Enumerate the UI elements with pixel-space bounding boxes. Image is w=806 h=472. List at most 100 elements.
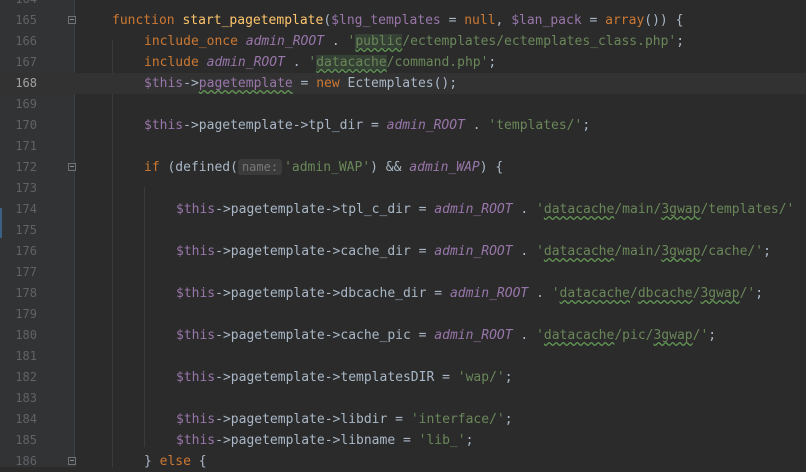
line-number: 172 [15,160,37,174]
code-token: $this [176,412,216,427]
code-token: $this [176,433,216,448]
code-token: . [284,55,309,70]
line-number: 182 [15,370,37,384]
code-token: . [512,202,537,217]
code-line[interactable]: 185 $this->pagetemplate->libname = 'lib_'… [0,430,806,451]
code-token: admin_ROOT [449,286,529,301]
code-text: $this->pagetemplate->cache_dir = admin_R… [176,241,771,262]
code-line[interactable]: 180 $this->pagetemplate->cache_pic = admi… [0,325,806,346]
code-line[interactable]: 172 if (defined(name:'admin_WAP') && admi… [0,157,806,178]
code-token: /pic/ [614,328,654,343]
code-text: $this->pagetemplate->templatesDIR = 'wap… [176,367,513,388]
code-token: /' [739,286,756,301]
code-token: datacache [543,244,615,259]
code-token: /ectemplates/ectemplates_class.php' [402,34,677,49]
code-token: ; [676,34,685,49]
code-token: Ectemplates(); [347,76,458,91]
code-line[interactable]: 173 [0,178,806,199]
line-number: 173 [15,181,37,195]
code-token: 'lib_' [418,433,466,448]
line-number: 179 [15,307,37,321]
code-text: $this->pagetemplate->tpl_c_dir = admin_R… [176,199,794,220]
code-token: if [144,160,168,175]
code-token: include [144,55,207,70]
code-line[interactable]: 174 $this->pagetemplate->tpl_c_dir = admi… [0,199,806,220]
code-text: $this->pagetemplate->cache_pic = admin_R… [176,325,716,346]
code-token: ->pagetemplate->libname = [215,433,419,448]
code-token: /' [692,328,709,343]
code-token: . [464,118,489,133]
code-line[interactable]: 178 $this->pagetemplate->dbcache_dir = ad… [0,283,806,304]
code-token: $this [144,118,184,133]
code-token: ; [488,55,497,70]
code-token: ; [504,370,513,385]
code-token: ->pagetemplate->tpl_dir = [183,118,387,133]
code-line[interactable]: 182 $this->pagetemplate->templatesDIR = '… [0,367,806,388]
code-line[interactable]: 175 [0,220,806,241]
code-line[interactable]: 186} else { [0,451,806,472]
code-token: $this [176,286,216,301]
fold-icon[interactable] [68,16,76,24]
code-token: = [292,76,317,91]
code-token: 'templates/' [488,118,583,133]
code-token: 3gwap [661,244,701,259]
code-line[interactable]: 167 include admin_ROOT . 'datacache/comma… [0,52,806,73]
code-line[interactable]: 165 function start_pagetemplate($lng_temp… [0,10,806,31]
line-number: 168 [15,76,37,90]
code-token: 'admin_WAP' [284,160,371,175]
code-line[interactable]: 171 [0,136,806,157]
line-number: 169 [15,97,37,111]
code-token: /main/ [614,202,662,217]
code-token: admin_ROOT [245,34,325,49]
code-token: ->pagetemplate->tpl_c_dir = [215,202,435,217]
code-line[interactable]: 166 include_once admin_ROOT . 'public/ect… [0,31,806,52]
code-token: /command.php' [386,55,489,70]
code-token: $this [176,244,216,259]
code-token: / [630,286,638,301]
code-token: start_pagetemplate [182,13,324,28]
code-text: $this->pagetemplate->libdir = 'interface… [176,409,513,430]
code-editor[interactable]: 164 165 function start_pagetemplate($lng_t… [0,0,806,469]
code-line[interactable]: 164 [0,0,806,10]
code-token: . [512,328,537,343]
parameter-hint: name: [237,159,283,175]
code-token: ->pagetemplate->cache_pic = [215,328,435,343]
code-token: $this [176,328,216,343]
line-number: 174 [15,202,37,216]
code-line[interactable]: 169 [0,94,806,115]
code-token: null [464,13,496,28]
code-token: admin_WAP [409,160,480,175]
code-token: function [112,13,183,28]
code-token: ; [763,244,771,259]
code-token: array [605,13,645,28]
code-token: datacache [559,286,630,301]
fold-icon[interactable] [68,457,76,465]
code-text: include_once admin_ROOT . 'public/ectemp… [144,31,684,52]
code-token: admin_ROOT [206,55,285,70]
code-token: $this [144,76,184,91]
code-line[interactable]: 181 [0,346,806,367]
code-line[interactable]: 179 [0,304,806,325]
fold-icon[interactable] [68,163,76,171]
line-number: 167 [15,55,37,69]
code-line[interactable]: 170 $this->pagetemplate->tpl_dir = admin_… [0,115,806,136]
code-text: $this->pagetemplate->libname = 'lib_'; [176,430,473,451]
line-number: 177 [15,265,37,279]
code-token: ->pagetemplate->cache_dir = [215,244,435,259]
code-token: 3gwap [653,328,693,343]
line-number: 166 [15,34,37,48]
code-line[interactable]: 177 [0,262,806,283]
code-token: = [581,13,606,28]
code-token: ->pagetemplate->dbcache_dir = [215,286,450,301]
code-token: $lng_templates [331,13,441,28]
code-line[interactable]: 168 $this->pagetemplate = new Ectemplates… [0,73,806,94]
code-token: ' [536,328,544,343]
code-token: ' [536,244,544,259]
code-token: datacache [543,328,615,343]
code-line[interactable]: 184 $this->pagetemplate->libdir = 'interf… [0,409,806,430]
code-token: ->pagetemplate->templatesDIR = [215,370,458,385]
code-line[interactable]: 183 [0,388,806,409]
code-token: include_once [144,34,246,49]
code-line[interactable]: 176 $this->pagetemplate->cache_dir = admi… [0,241,806,262]
code-token: ; [582,118,591,133]
